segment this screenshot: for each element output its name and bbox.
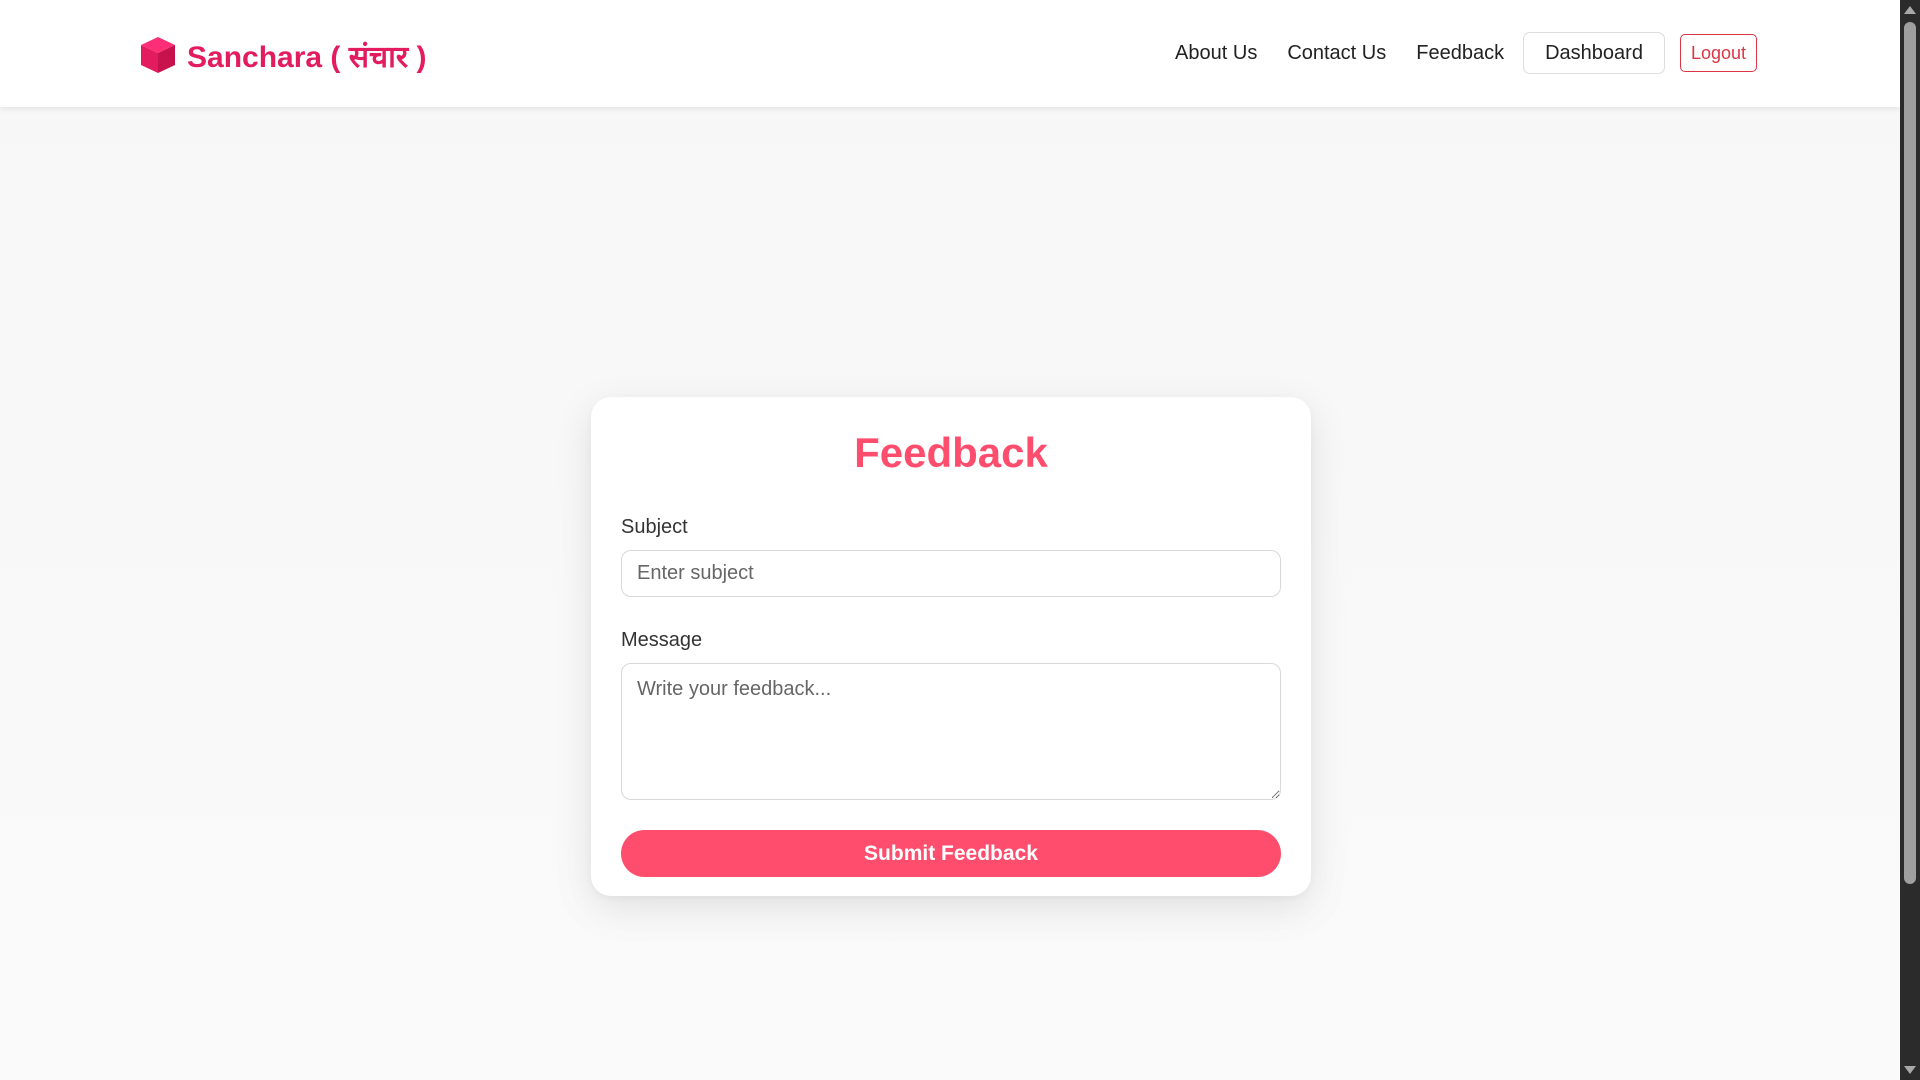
scroll-up-arrow-icon[interactable] — [1904, 6, 1916, 14]
nav-link-about[interactable]: About Us — [1175, 42, 1257, 65]
nav-links: About Us Contact Us Feedback Dashboard L… — [1175, 32, 1757, 74]
cube-icon — [141, 37, 175, 73]
form-title: Feedback — [854, 429, 1048, 476]
nav-link-contact[interactable]: Contact Us — [1287, 42, 1386, 65]
message-label: Message — [621, 629, 703, 651]
navbar: Sanchara ( संचार ) About Us Contact Us F… — [0, 0, 1900, 107]
scroll-thumb[interactable] — [1904, 22, 1916, 884]
nav-link-feedback[interactable]: Feedback — [1416, 42, 1504, 65]
subject-label: Subject — [621, 516, 688, 538]
logout-button[interactable]: Logout — [1679, 34, 1757, 72]
subject-input[interactable] — [621, 550, 1281, 597]
feedback-card: Feedback Subject Message Submit Feedback — [591, 397, 1311, 896]
page-viewport: Sanchara ( संचार ) About Us Contact Us F… — [0, 0, 1900, 1080]
brand-logo-link[interactable]: Sanchara ( संचार ) — [139, 33, 426, 77]
dashboard-button[interactable]: Dashboard — [1523, 32, 1665, 74]
submit-feedback-button[interactable]: Submit Feedback — [621, 830, 1281, 877]
vertical-scrollbar[interactable] — [1900, 0, 1920, 1080]
message-textarea[interactable] — [621, 663, 1281, 800]
scroll-down-arrow-icon[interactable] — [1904, 1066, 1916, 1074]
brand-name: Sanchara ( संचार ) — [187, 40, 427, 74]
